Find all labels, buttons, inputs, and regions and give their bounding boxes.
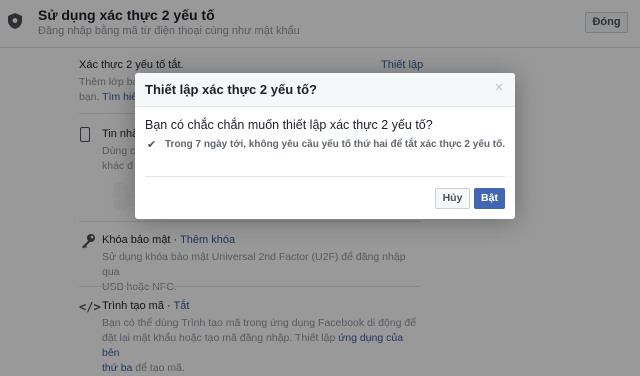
turn-on-button[interactable]: Bật	[474, 188, 505, 209]
checkmark-icon[interactable]: ✔	[147, 138, 156, 151]
cancel-button[interactable]: Hủy	[435, 188, 470, 209]
skip-second-factor-option[interactable]: Trong 7 ngày tới, không yêu cầu yếu tố t…	[165, 137, 510, 153]
setup-2fa-dialog: Thiết lập xác thực 2 yếu tố? × Bạn có ch…	[135, 73, 515, 219]
dialog-question: Bạn có chắc chắn muốn thiết lập xác thực…	[145, 118, 433, 132]
divider	[145, 176, 505, 177]
dialog-header: Thiết lập xác thực 2 yếu tố? ×	[135, 73, 515, 107]
dialog-title: Thiết lập xác thực 2 yếu tố?	[145, 82, 317, 97]
close-icon[interactable]: ×	[491, 80, 507, 96]
